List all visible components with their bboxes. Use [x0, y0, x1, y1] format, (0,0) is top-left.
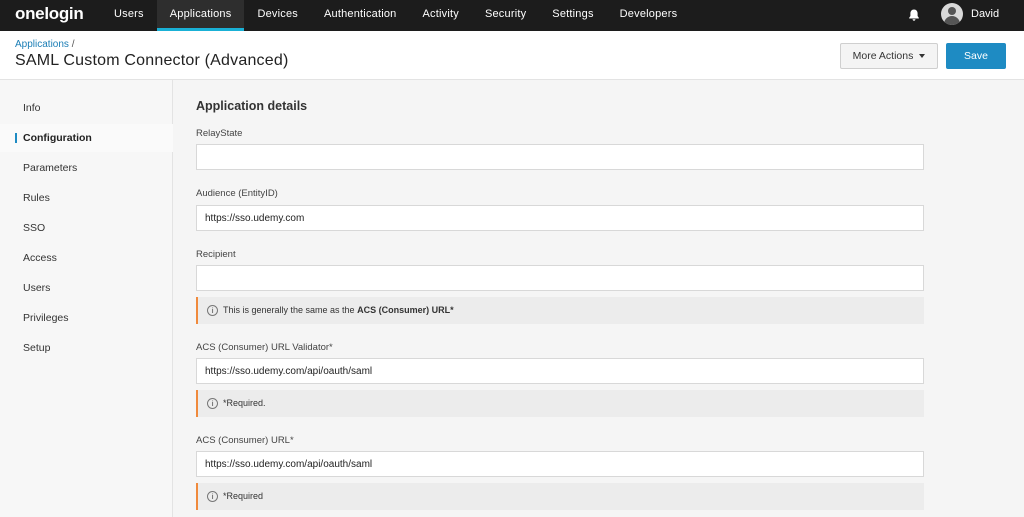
top-nav-bar: onelogin Users Applications Devices Auth…: [0, 0, 1024, 31]
page-title: SAML Custom Connector (Advanced): [15, 52, 289, 69]
save-button[interactable]: Save: [946, 43, 1006, 69]
acs-validator-hint-text: *Required.: [223, 398, 266, 408]
nav-item-activity[interactable]: Activity: [410, 0, 472, 31]
sidebar-item-info[interactable]: Info: [0, 94, 173, 122]
nav-item-security[interactable]: Security: [472, 0, 539, 31]
nav-item-developers[interactable]: Developers: [607, 0, 691, 31]
acs-url-hint-text: *Required: [223, 491, 264, 501]
sidebar-item-privileges[interactable]: Privileges: [0, 304, 173, 332]
sidebar-item-setup[interactable]: Setup: [0, 334, 173, 362]
recipient-hint-text: This is generally the same as the: [223, 305, 358, 315]
recipient-label: Recipient: [196, 249, 236, 260]
audience-label: Audience (EntityID): [196, 188, 278, 199]
recipient-hint-bold: ACS (Consumer) URL*: [357, 305, 454, 315]
info-icon: i: [207, 305, 218, 316]
bell-icon[interactable]: [907, 8, 921, 22]
sidebar-item-configuration[interactable]: Configuration: [0, 124, 173, 152]
info-icon: i: [207, 398, 218, 409]
main-nav: Users Applications Devices Authenticatio…: [101, 0, 690, 31]
nav-item-settings[interactable]: Settings: [539, 0, 606, 31]
acs-validator-input[interactable]: [196, 358, 924, 384]
page-header: Applications / SAML Custom Connector (Ad…: [0, 31, 1024, 80]
sidebar-item-sso[interactable]: SSO: [0, 214, 173, 242]
recipient-hint: i This is generally the same as the ACS …: [196, 297, 924, 324]
relay-state-label: RelayState: [196, 128, 243, 139]
onelogin-logo[interactable]: onelogin: [15, 4, 84, 24]
breadcrumb-separator: /: [71, 39, 75, 50]
acs-url-label: ACS (Consumer) URL*: [196, 435, 294, 446]
application-details-panel: Application details RelayState Audience …: [174, 80, 1024, 517]
section-title: Application details: [196, 99, 308, 113]
nav-item-authentication[interactable]: Authentication: [311, 0, 410, 31]
info-icon: i: [207, 491, 218, 502]
breadcrumb: Applications /: [15, 39, 74, 50]
acs-validator-label: ACS (Consumer) URL Validator*: [196, 342, 333, 353]
acs-validator-hint: i *Required.: [196, 390, 924, 417]
sidebar-item-access[interactable]: Access: [0, 244, 173, 272]
caret-down-icon: [919, 54, 926, 58]
more-actions-label: More Actions: [852, 50, 914, 62]
sidebar-item-parameters[interactable]: Parameters: [0, 154, 173, 182]
nav-item-applications[interactable]: Applications: [156, 0, 245, 31]
nav-item-devices[interactable]: Devices: [244, 0, 311, 31]
recipient-input[interactable]: [196, 265, 924, 291]
acs-url-input[interactable]: [196, 451, 924, 477]
breadcrumb-applications-link[interactable]: Applications: [15, 39, 69, 50]
audience-input[interactable]: [196, 205, 924, 231]
user-avatar-icon[interactable]: [941, 3, 963, 25]
user-name[interactable]: David: [971, 8, 999, 20]
acs-url-hint: i *Required: [196, 483, 924, 510]
relay-state-input[interactable]: [196, 144, 924, 170]
more-actions-button[interactable]: More Actions: [840, 43, 938, 69]
settings-sidebar: Info Configuration Parameters Rules SSO …: [0, 80, 173, 517]
nav-item-users[interactable]: Users: [101, 0, 157, 31]
sidebar-item-users[interactable]: Users: [0, 274, 173, 302]
sidebar-item-rules[interactable]: Rules: [0, 184, 173, 212]
